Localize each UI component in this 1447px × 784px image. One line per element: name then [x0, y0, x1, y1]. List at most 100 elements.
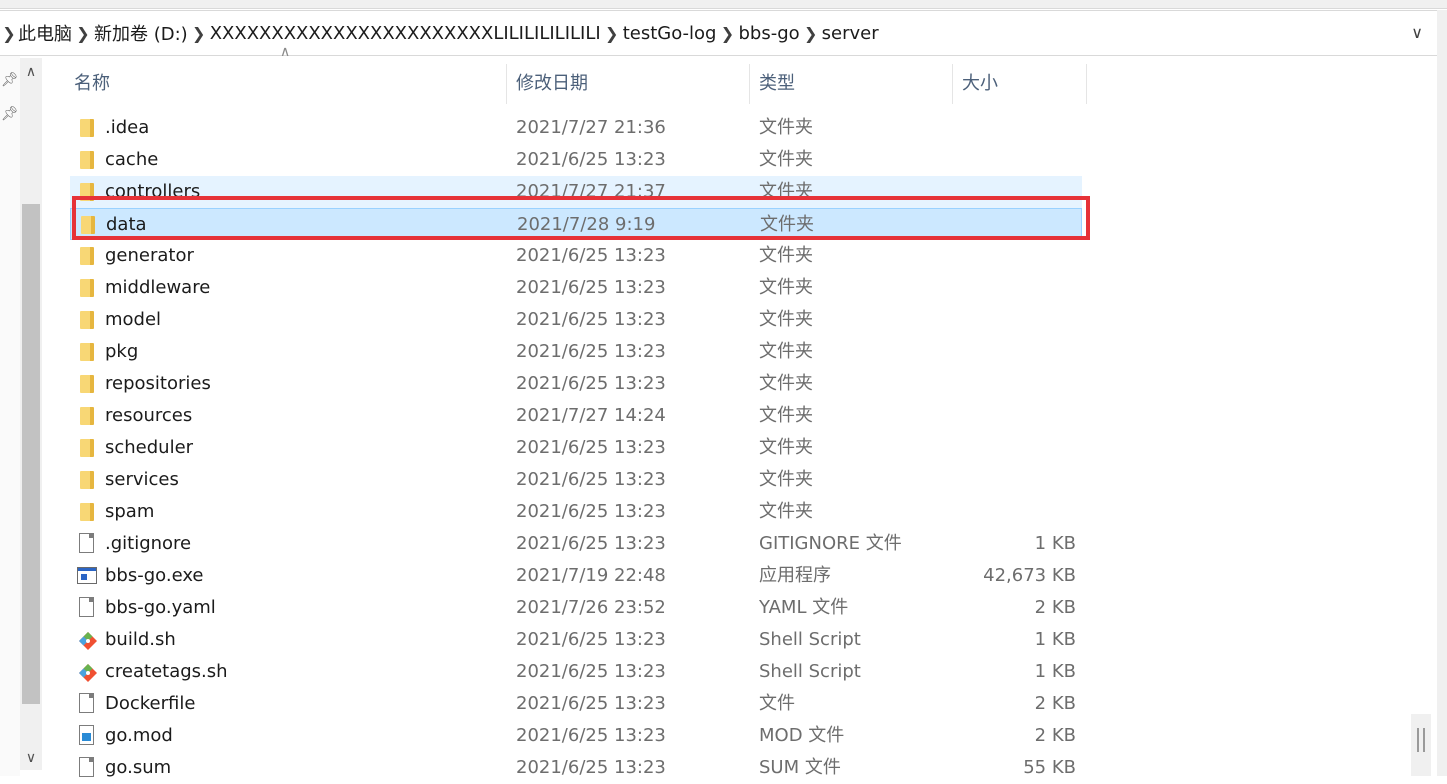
annotation-highlight-box: [72, 196, 1090, 240]
breadcrumb-item-server[interactable]: ❯ server: [800, 11, 879, 55]
navigation-pane: 📌︎ 📌︎: [0, 56, 20, 776]
file-row[interactable]: bbs-go.yaml 2021/7/26 23:52 YAML 文件 2 KB: [70, 592, 1082, 624]
file-row[interactable]: services 2021/6/25 13:23 文件夹: [70, 464, 1082, 496]
column-header-type[interactable]: 类型: [759, 58, 795, 110]
file-icon: [79, 533, 94, 553]
column-divider[interactable]: [749, 64, 750, 104]
file-name: Dockerfile: [105, 693, 196, 714]
file-name: build.sh: [105, 629, 176, 650]
folder-icon: [80, 407, 94, 425]
file-row[interactable]: resources 2021/7/27 14:24 文件夹: [70, 400, 1082, 432]
file-type: 文件夹: [759, 277, 813, 298]
file-type: YAML 文件: [759, 597, 849, 618]
file-icon-cell: [76, 656, 98, 688]
file-icon-cell: [76, 592, 96, 624]
breadcrumb-item-folder[interactable]: ❯ XXXXXXXXXXXXXXXXXXXXXXXLILILILILILILI: [188, 11, 601, 55]
breadcrumb-item-drive[interactable]: ❯ 新加卷 (D:): [72, 11, 188, 55]
file-icon-cell: [76, 496, 96, 528]
file-type: 应用程序: [759, 565, 831, 586]
column-divider[interactable]: [952, 64, 953, 104]
file-row[interactable]: go.sum 2021/6/25 13:23 SUM 文件 55 KB: [70, 752, 1082, 784]
file-row[interactable]: build.sh 2021/6/25 13:23 Shell Script 1 KB: [70, 624, 1082, 656]
file-date: 2021/6/25 13:23: [516, 501, 666, 522]
folder-icon: [80, 471, 94, 489]
file-type: Shell Script: [759, 661, 861, 682]
file-type: Shell Script: [759, 629, 861, 650]
chevron-right-icon[interactable]: ❯: [72, 24, 94, 43]
title-bar-strip: [0, 0, 1447, 9]
folder-icon: [80, 439, 94, 457]
chevron-right-icon[interactable]: ❯: [0, 24, 18, 43]
file-row[interactable]: go.mod 2021/6/25 13:23 MOD 文件 2 KB: [70, 720, 1082, 752]
file-row[interactable]: createtags.sh 2021/6/25 13:23 Shell Script…: [70, 656, 1082, 688]
column-header-row: ∧ 名称 修改日期 类型 大小: [62, 44, 1088, 110]
chevron-right-icon[interactable]: ❯: [188, 24, 210, 43]
file-row[interactable]: model 2021/6/25 13:23 文件夹: [70, 304, 1082, 336]
file-icon-cell: [76, 432, 96, 464]
file-name: model: [105, 309, 162, 330]
file-icon: [79, 693, 94, 713]
file-date: 2021/6/25 13:23: [516, 629, 666, 650]
file-type: 文件夹: [759, 341, 813, 362]
pin-icon[interactable]: 📌︎: [1, 72, 19, 88]
file-date: 2021/6/25 13:23: [516, 277, 666, 298]
file-date: 2021/6/25 13:23: [516, 309, 666, 330]
breadcrumb-item-this-pc[interactable]: ❯ 此电脑: [0, 11, 72, 55]
address-bar[interactable]: ❯ 此电脑 ❯ 新加卷 (D:) ❯ XXXXXXXXXXXXXXXXXXXXX…: [0, 10, 1438, 56]
scroll-down-arrow-icon[interactable]: ∨: [20, 750, 42, 766]
breadcrumb: ❯ 此电脑 ❯ 新加卷 (D:) ❯ XXXXXXXXXXXXXXXXXXXXX…: [0, 11, 879, 55]
resize-grip[interactable]: [1411, 714, 1431, 776]
file-row[interactable]: .gitignore 2021/6/25 13:23 GITIGNORE 文件 1 K…: [70, 528, 1082, 560]
chevron-down-icon[interactable]: ∨: [1411, 23, 1423, 42]
file-name: createtags.sh: [105, 661, 228, 682]
file-name: spam: [105, 501, 155, 522]
scroll-up-arrow-icon[interactable]: ∧: [20, 64, 42, 80]
file-icon-cell: [76, 400, 96, 432]
chevron-right-icon[interactable]: ❯: [601, 24, 623, 43]
file-type: 文件夹: [759, 405, 813, 426]
file-row[interactable]: middleware 2021/6/25 13:23 文件夹: [70, 272, 1082, 304]
column-divider[interactable]: [506, 64, 507, 104]
file-date: 2021/6/25 13:23: [516, 661, 666, 682]
file-row[interactable]: scheduler 2021/6/25 13:23 文件夹: [70, 432, 1082, 464]
breadcrumb-item-testgo-log[interactable]: ❯ testGo-log: [601, 11, 717, 55]
file-date: 2021/6/25 13:23: [516, 693, 666, 714]
file-row[interactable]: .idea 2021/7/27 21:36 文件夹: [70, 112, 1082, 144]
file-size: 2 KB: [1034, 725, 1076, 746]
chevron-right-icon[interactable]: ❯: [716, 24, 738, 43]
column-header-date[interactable]: 修改日期: [516, 58, 588, 110]
column-divider[interactable]: [1086, 64, 1087, 104]
file-row[interactable]: cache 2021/6/25 13:23 文件夹: [70, 144, 1082, 176]
file-row[interactable]: bbs-go.exe 2021/7/19 22:48 应用程序 42,673 KB: [70, 560, 1082, 592]
chevron-right-icon[interactable]: ❯: [800, 24, 822, 43]
column-header-name[interactable]: 名称: [74, 58, 110, 110]
file-icon-cell: [76, 368, 96, 400]
folder-icon: [80, 311, 94, 329]
file-type: GITIGNORE 文件: [759, 533, 902, 554]
breadcrumb-label: testGo-log: [622, 22, 717, 44]
file-date: 2021/7/27 14:24: [516, 405, 666, 426]
file-date: 2021/6/25 13:23: [516, 373, 666, 394]
folder-icon: [80, 119, 94, 137]
file-row[interactable]: Dockerfile 2021/6/25 13:23 文件 2 KB: [70, 688, 1082, 720]
file-date: 2021/6/25 13:23: [516, 341, 666, 362]
file-icon-cell: [76, 304, 96, 336]
file-icon-cell: [76, 464, 96, 496]
scrollbar-thumb[interactable]: [22, 204, 40, 704]
breadcrumb-label: 新加卷 (D:): [94, 24, 188, 45]
file-row[interactable]: spam 2021/6/25 13:23 文件夹: [70, 496, 1082, 528]
git-icon: [78, 662, 98, 682]
file-type: SUM 文件: [759, 757, 841, 778]
file-size: 1 KB: [1034, 629, 1076, 650]
file-type: 文件夹: [759, 245, 813, 266]
breadcrumb-item-bbs-go[interactable]: ❯ bbs-go: [716, 11, 800, 55]
file-row[interactable]: repositories 2021/6/25 13:23 文件夹: [70, 368, 1082, 400]
file-row[interactable]: pkg 2021/6/25 13:23 文件夹: [70, 336, 1082, 368]
pin-icon[interactable]: 📌︎: [1, 106, 19, 122]
column-header-size[interactable]: 大小: [962, 58, 998, 110]
file-icon-cell: [76, 720, 96, 752]
file-row[interactable]: generator 2021/6/25 13:23 文件夹: [70, 240, 1082, 272]
file-size: 2 KB: [1034, 597, 1076, 618]
file-date: 2021/6/25 13:23: [516, 149, 666, 170]
vertical-scrollbar[interactable]: ∧ ∨: [20, 58, 42, 770]
